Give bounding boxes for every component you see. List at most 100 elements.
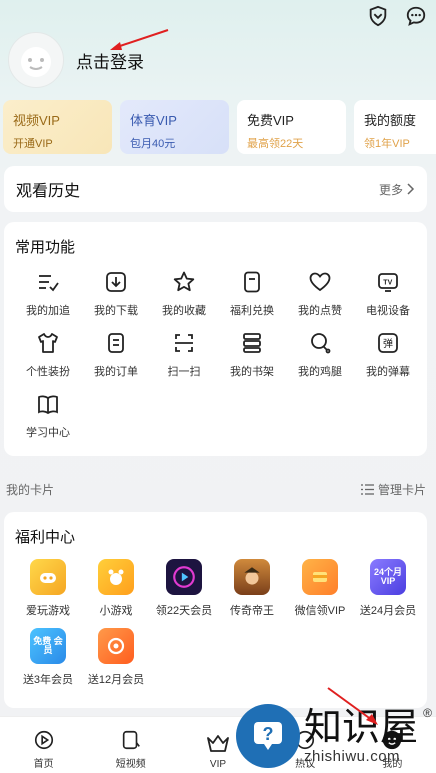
welfare-item-3years[interactable]: 免费 会员 送3年会员 [14,628,82,687]
function-item-redeem[interactable]: 福利兑换 [218,269,286,318]
svg-text:TV: TV [383,279,392,286]
function-label: 我的订单 [94,366,138,378]
my-cards-label: 我的卡片 [6,483,55,497]
welfare-item-minigame[interactable]: 小游戏 [82,559,150,618]
video-app-icon [166,559,202,595]
welfare-label: 送24月会员 [359,605,417,617]
danmaku-glyph: 弹 [383,337,393,350]
function-item-dressup[interactable]: 个性装扮 [14,330,82,379]
welfare-center-card: 福利中心 爱玩游戏 小游戏 领22天会员 传奇帝王 微信领VIP 24个月 VI… [4,512,427,708]
function-item-favorites[interactable]: 我的收藏 [150,269,218,318]
vip-card-title: 体育VIP [130,113,177,128]
welfare-label: 小游戏 [99,605,133,617]
watermark-registered: ® [423,706,433,720]
function-label: 我的加追 [26,305,70,317]
vip-card-title: 免费VIP [247,113,294,128]
welfare-label: 送12月会员 [87,674,145,686]
welfare-item-game[interactable]: 爱玩游戏 [14,559,82,618]
tv-icon: TV [375,269,401,295]
vip-card-video[interactable]: 视频VIP 开通VIP [3,100,112,154]
function-item-orders[interactable]: 我的订单 [82,330,150,379]
welfare-label: 领22天会员 [155,605,213,617]
tab-home[interactable]: 首页 [14,728,74,770]
function-label: 我的下载 [94,305,138,317]
list-icon [360,484,374,495]
watch-history-card[interactable]: 观看历史 更多 [4,166,427,212]
function-item-likes[interactable]: 我的点赞 [286,269,354,318]
vip-24-icon: 24个月 VIP [370,559,406,595]
function-item-drumstick[interactable]: 我的鸡腿 [286,330,354,379]
avatar[interactable] [8,32,64,88]
vip-card-sub: 领1年VIP [364,138,410,150]
welfare-item-wechat-vip[interactable]: 微信领VIP [286,559,354,618]
history-more-label: 更多 [378,182,403,197]
vip-24-text: 24个月 VIP [373,566,402,586]
welfare-label: 传奇帝王 [230,605,274,617]
functions-grid: 我的加追 我的下载 我的收藏 福利兑换 我的点赞 TV 电视设备 个性装扮 我的 [14,269,417,440]
vip-card-sub: 包月40元 [130,138,176,150]
vip-card-quota[interactable]: 我的额度领1年VIP [354,100,436,154]
game-app-icon [30,559,66,595]
function-label: 电视设备 [366,305,410,317]
function-item-download[interactable]: 我的下载 [82,269,150,318]
function-item-bookshelf[interactable]: 我的书架 [218,330,286,379]
welfare-item-24months[interactable]: 24个月 VIP 送24月会员 [354,559,422,618]
tab-short-video[interactable]: 短视频 [101,728,161,770]
vip-card-sub: 最高领22天 [247,138,304,150]
star-icon [171,269,197,295]
play-home-icon [32,728,56,752]
function-label: 扫一扫 [167,366,201,378]
tab-label: 短视频 [115,759,146,770]
welfare-label: 微信领VIP [294,605,346,617]
list-check-icon [35,269,61,295]
shield-icon[interactable] [366,4,390,28]
gift-card-icon [239,269,265,295]
heart-icon [307,269,333,295]
function-label: 我的书架 [230,366,274,378]
wechat-vip-icon [302,559,338,595]
common-functions-card: 常用功能 我的加追 我的下载 我的收藏 福利兑换 我的点赞 TV 电视设备 个性… [4,222,427,456]
function-label: 福利兑换 [230,305,274,317]
function-item-scan[interactable]: 扫一扫 [150,330,218,379]
shirt-icon [35,330,61,356]
welfare-title: 福利中心 [15,529,76,546]
welfare-item-22days[interactable]: 领22天会员 [150,559,218,618]
scan-icon [171,330,197,356]
vip-card-sub: 开通VIP [13,138,53,150]
function-item-danmaku[interactable]: 弹 我的弹幕 [354,330,422,379]
welfare-item-12months[interactable]: 送12月会员 [82,628,150,687]
manage-cards-label: 管理卡片 [377,483,426,497]
tab-label: VIP [209,759,227,770]
my-cards-row: 我的卡片 管理卡片 [6,481,426,498]
annotation-arrow [327,687,378,725]
bookshelf-icon [239,330,265,356]
manage-cards-button[interactable]: 管理卡片 [360,481,426,498]
minigame-app-icon [98,559,134,595]
welfare-grid: 爱玩游戏 小游戏 领22天会员 传奇帝王 微信领VIP 24个月 VIP 送24… [14,559,417,687]
function-item-tv[interactable]: TV 电视设备 [354,269,422,318]
download-icon [103,269,129,295]
danmaku-icon: 弹 [375,330,401,356]
emperor-game-icon [234,559,270,595]
free-vip-icon: 免费 会员 [30,628,66,664]
book-icon [35,391,61,417]
vip-card-sports[interactable]: 体育VIP 包月40元 [120,100,229,154]
function-label: 我的鸡腿 [298,366,342,378]
watermark-logo-icon: ? [236,704,300,768]
vip-card-title: 我的额度 [364,113,417,128]
vip-strip: 视频VIP 开通VIP 体育VIP 包月40元 免费VIP 最高领22天 我的额度领1… [3,100,436,156]
chat-icon[interactable] [404,4,428,28]
function-item-learning[interactable]: 学习中心 [14,391,82,440]
watermark-en: zhishiwu.com [304,747,401,765]
chevron-right-icon [407,183,415,195]
vip-card-free[interactable]: 免费VIP 最高领22天 [237,100,346,154]
function-label: 我的点赞 [298,305,342,317]
history-more-link[interactable]: 更多 [379,181,415,198]
function-item-follow[interactable]: 我的加追 [14,269,82,318]
welfare-item-emperor[interactable]: 传奇帝王 [218,559,286,618]
vip-12-icon [98,628,134,664]
functions-title: 常用功能 [15,239,76,256]
free-vip-text: 免费 会员 [33,635,63,655]
drumstick-icon [307,330,333,356]
welfare-label: 爱玩游戏 [26,605,70,617]
